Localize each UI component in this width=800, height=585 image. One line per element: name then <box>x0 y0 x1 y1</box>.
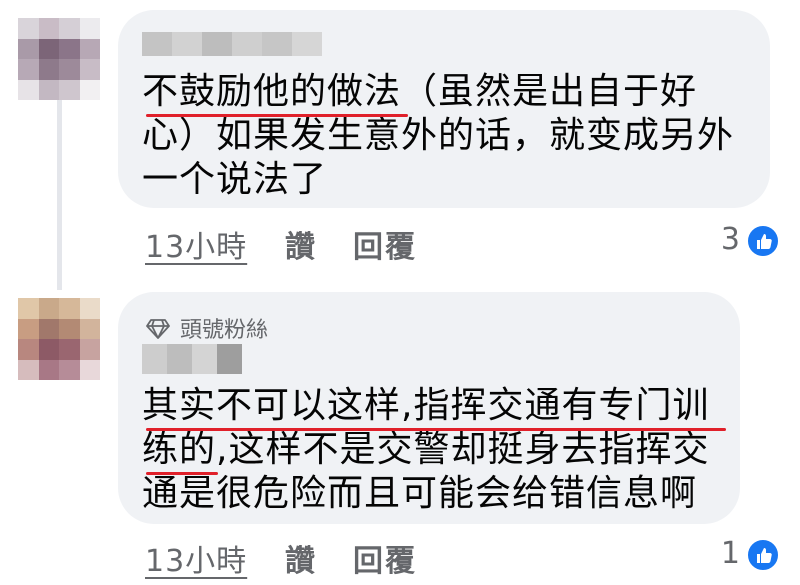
comment-actions: 13小時 讚 回覆 <box>145 222 445 265</box>
commenter-name-blurred[interactable] <box>142 344 242 374</box>
avatar[interactable] <box>18 298 100 380</box>
comment-text-line: 练的,这样不是交警却挺身去指挥交 <box>142 429 710 470</box>
diamond-icon <box>146 319 170 339</box>
comment-bubble: 頭號粉絲 其实不可以这样,指挥交通有专门训 练的,这样不是交警却挺身去指挥交 通… <box>118 292 740 524</box>
badge-label: 頭號粉絲 <box>180 318 269 343</box>
thumbs-up-icon <box>746 224 780 258</box>
reaction-summary[interactable]: 1 <box>700 536 780 576</box>
comment-text-line: 不鼓励他的做法（虽然是出自于好 <box>142 71 698 112</box>
comment-bubble: 不鼓励他的做法（虽然是出自于好 心）如果发生意外的话，就变成另外 一个说法了 <box>118 10 770 208</box>
reaction-count: 1 <box>720 536 740 571</box>
annotation-underline <box>146 428 726 431</box>
like-button[interactable]: 讚 <box>285 536 317 580</box>
top-fan-badge[interactable]: 頭號粉絲 <box>146 312 268 344</box>
timestamp-link[interactable]: 13小時 <box>145 222 247 266</box>
timestamp-link[interactable]: 13小時 <box>145 536 247 580</box>
annotation-underline <box>146 472 218 475</box>
comment-text-line: 其实不可以这样,指挥交通有专门训 <box>142 385 710 426</box>
like-button[interactable]: 讚 <box>285 222 317 266</box>
comment-text-line: 通是很危险而且可能会给错信息啊 <box>142 473 698 514</box>
reply-button[interactable]: 回覆 <box>353 222 417 266</box>
reply-button[interactable]: 回覆 <box>353 536 417 580</box>
reaction-count: 3 <box>720 222 740 257</box>
reaction-summary[interactable]: 3 <box>700 222 780 262</box>
thread-connector-line <box>57 90 62 290</box>
thumbs-up-icon <box>746 538 780 572</box>
comment-text-line: 一个说法了 <box>142 159 328 200</box>
comment-actions: 13小時 讚 回覆 <box>145 536 445 579</box>
comment-text-line: 心）如果发生意外的话，就变成另外 <box>142 115 735 156</box>
commenter-name-blurred[interactable] <box>142 32 322 56</box>
avatar[interactable] <box>18 18 100 100</box>
annotation-underline <box>146 114 408 117</box>
